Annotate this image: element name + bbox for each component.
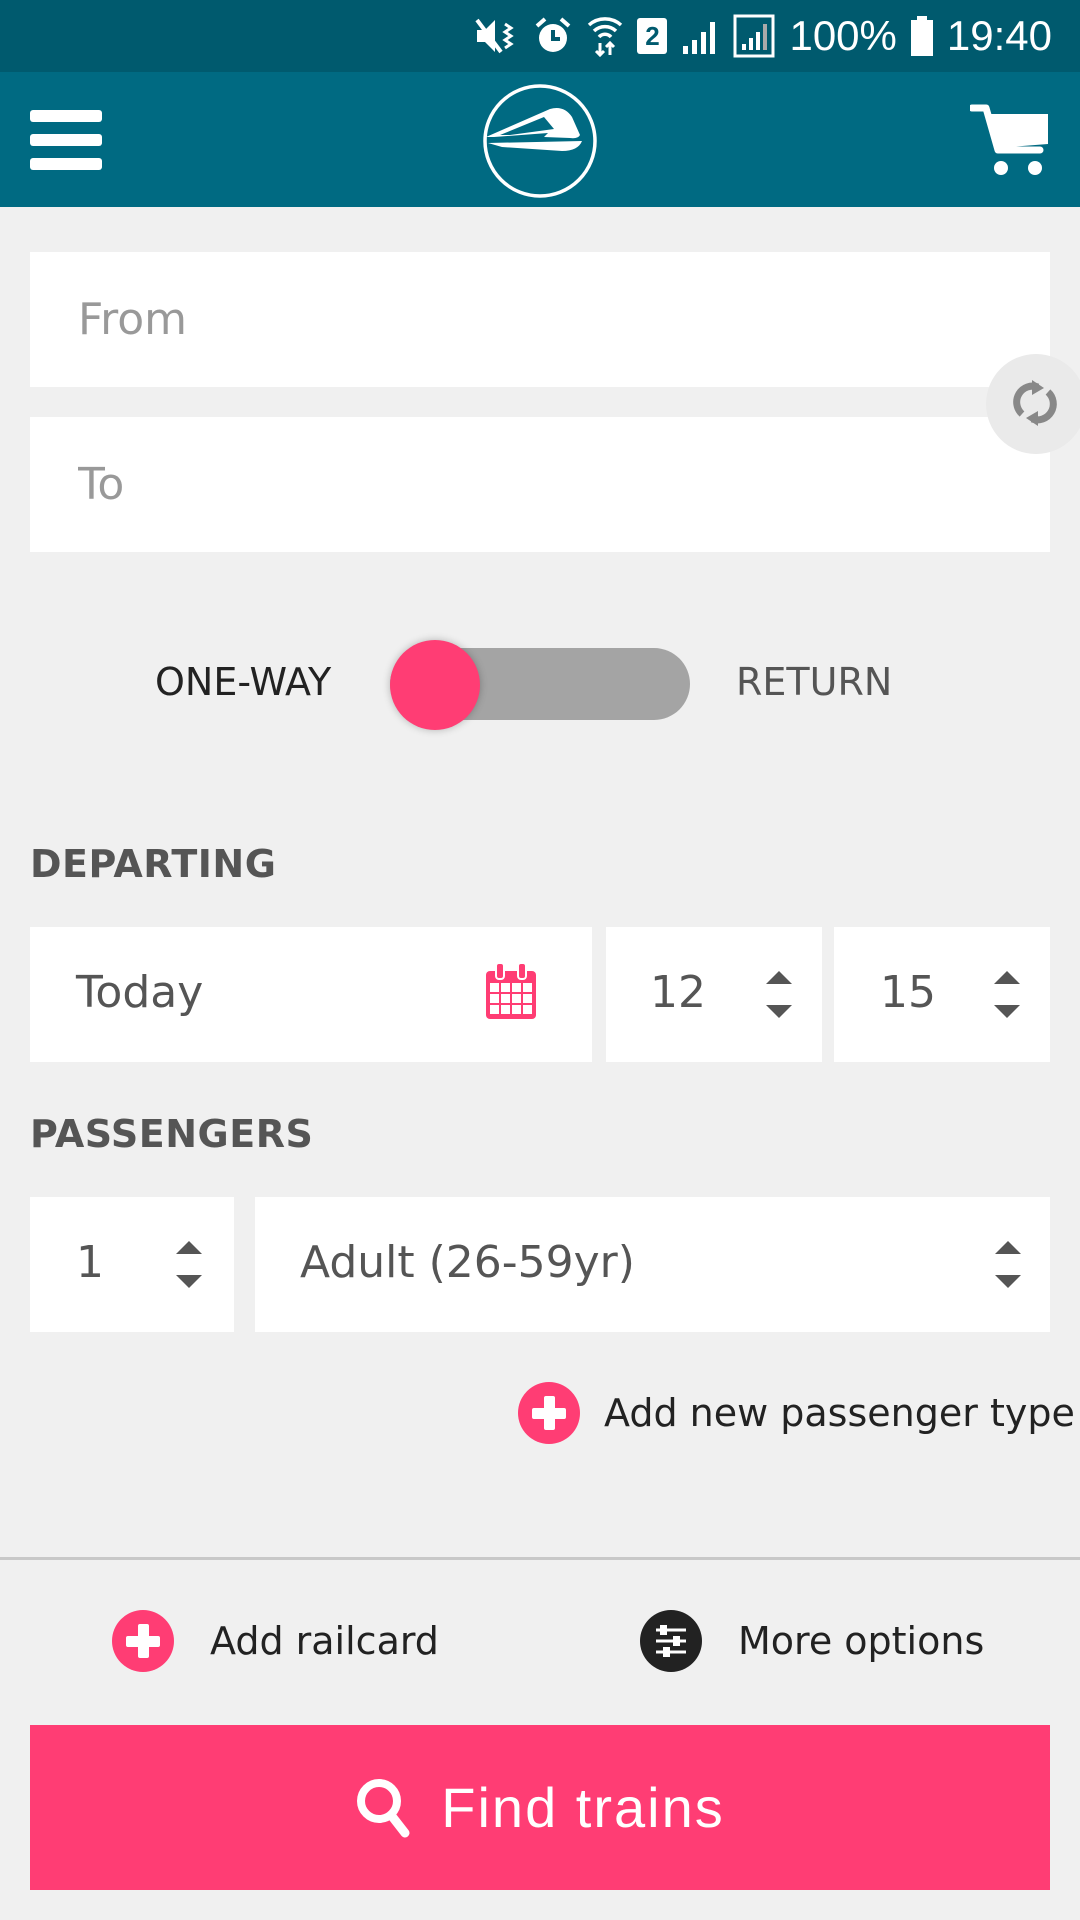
minute-field[interactable]: 15 (834, 927, 1050, 1062)
chevron-up-icon[interactable] (994, 971, 1020, 984)
train-logo-icon[interactable] (482, 83, 598, 199)
date-field[interactable]: Today (30, 927, 592, 1062)
signal-icon (683, 22, 716, 54)
add-railcard-button[interactable]: Add railcard (112, 1608, 439, 1674)
add-passenger-type-button[interactable]: Add new passenger type (518, 1380, 1075, 1446)
hour-value: 12 (650, 967, 706, 1018)
chevron-up-icon[interactable] (766, 971, 792, 984)
passenger-count-field[interactable]: 1 (30, 1197, 234, 1332)
passenger-type-value: Adult (26-59yr) (300, 1237, 635, 1288)
wifi-data-icon (588, 17, 623, 57)
swap-stations-button[interactable] (986, 354, 1080, 454)
sliders-icon (640, 1610, 702, 1672)
signal-roaming-icon (733, 14, 775, 58)
toggle-knob[interactable] (390, 640, 480, 730)
departing-label: DEPARTING (30, 842, 277, 886)
chevron-up-icon[interactable] (176, 1241, 202, 1254)
divider (0, 1557, 1080, 1560)
app-bar (0, 72, 1080, 207)
swap-refresh-icon (1013, 380, 1057, 426)
minute-stepper[interactable] (994, 971, 1024, 1023)
calendar-icon[interactable] (486, 963, 536, 1019)
plus-circle-icon (112, 1610, 174, 1672)
passenger-type-dropdown-arrows[interactable] (995, 1241, 1025, 1293)
return-label[interactable]: RETURN (736, 660, 892, 704)
more-options-label: More options (738, 1619, 985, 1663)
one-way-label[interactable]: ONE-WAY (155, 660, 331, 704)
date-value: Today (76, 967, 204, 1018)
passengers-label: PASSENGERS (30, 1112, 314, 1156)
hamburger-menu-icon[interactable] (30, 108, 104, 172)
find-trains-label: Find trains (441, 1776, 725, 1839)
to-field[interactable] (30, 417, 1050, 552)
battery-percent: 100% (789, 12, 897, 59)
mute-vibrate-icon (475, 18, 515, 54)
passenger-count-value: 1 (76, 1237, 104, 1288)
search-icon (357, 1778, 410, 1837)
from-input[interactable] (30, 252, 1050, 387)
to-input[interactable] (30, 417, 1050, 552)
minute-value: 15 (880, 967, 936, 1018)
battery-icon (910, 16, 933, 56)
passenger-type-select[interactable]: Adult (26-59yr) (255, 1197, 1050, 1332)
clock: 19:40 (946, 12, 1052, 59)
more-options-button[interactable]: More options (640, 1608, 984, 1674)
chevron-down-icon[interactable] (176, 1275, 202, 1288)
hour-stepper[interactable] (766, 971, 796, 1023)
hour-field[interactable]: 12 (606, 927, 822, 1062)
passenger-count-stepper[interactable] (176, 1241, 206, 1293)
chevron-down-icon (995, 1275, 1021, 1288)
status-bar: 2 100% 19:40 (0, 0, 1080, 72)
sim-2-icon: 2 (637, 18, 668, 54)
chevron-down-icon[interactable] (994, 1005, 1020, 1018)
shopping-cart-icon[interactable] (970, 102, 1050, 178)
add-railcard-label: Add railcard (210, 1619, 439, 1663)
alarm-icon (536, 17, 571, 52)
chevron-up-icon (995, 1241, 1021, 1254)
plus-circle-icon (518, 1382, 580, 1444)
find-trains-button[interactable]: Find trains (30, 1725, 1050, 1890)
add-passenger-type-label: Add new passenger type (604, 1391, 1075, 1435)
from-field[interactable] (30, 252, 1050, 387)
chevron-down-icon[interactable] (766, 1005, 792, 1018)
